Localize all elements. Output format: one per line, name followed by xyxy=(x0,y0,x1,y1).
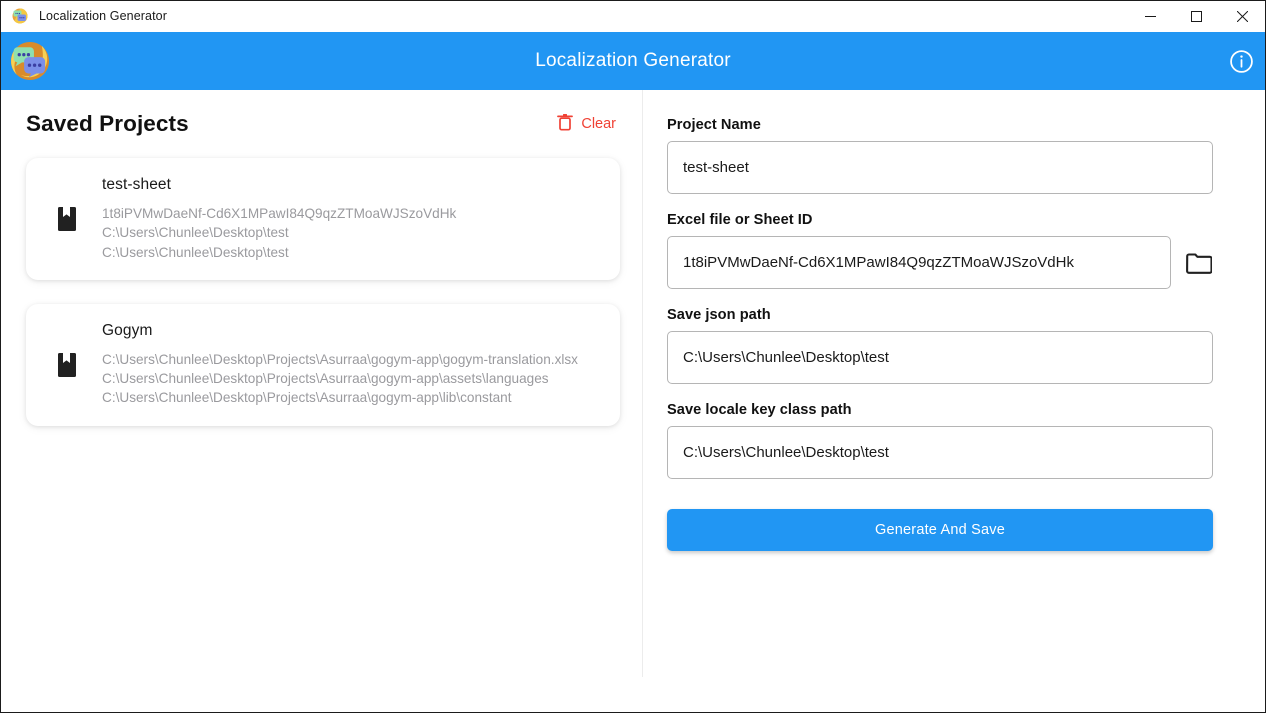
window-controls xyxy=(1127,1,1265,32)
clear-label: Clear xyxy=(581,116,616,132)
excel-file-row xyxy=(667,236,1213,289)
folder-icon[interactable] xyxy=(1185,249,1213,277)
info-circle-icon[interactable] xyxy=(1226,46,1256,76)
project-card[interactable]: Gogym C:\Users\Chunlee\Desktop\Projects\… xyxy=(26,303,620,426)
saved-projects-panel: Saved Projects Clear test-sheet 1t8iPVMw… xyxy=(1,90,642,712)
book-icon xyxy=(54,206,80,231)
project-card-body: Gogym C:\Users\Chunlee\Desktop\Projects\… xyxy=(102,322,598,408)
project-name: Gogym xyxy=(102,321,153,339)
field-save-json-path: Save json path xyxy=(667,307,1213,384)
project-detail-line: C:\Users\Chunlee\Desktop\Projects\Asurra… xyxy=(102,371,549,387)
chat-bubbles-icon xyxy=(12,8,28,24)
maximize-button[interactable] xyxy=(1173,1,1219,32)
project-card-body: test-sheet 1t8iPVMwDaeNf-Cd6X1MPawI84Q9q… xyxy=(102,176,598,262)
field-save-locale-key-path: Save locale key class path xyxy=(667,402,1213,479)
page-title: Localization Generator xyxy=(535,50,731,71)
project-card[interactable]: test-sheet 1t8iPVMwDaeNf-Cd6X1MPawI84Q9q… xyxy=(26,158,620,280)
window-title: Localization Generator xyxy=(39,9,167,23)
trash-icon xyxy=(557,113,574,135)
app-header-bar: Localization Generator xyxy=(1,32,1265,90)
project-name: test-sheet xyxy=(102,176,172,193)
application-window: Localization Generator Localization Gene… xyxy=(0,0,1266,713)
project-list: test-sheet 1t8iPVMwDaeNf-Cd6X1MPawI84Q9q… xyxy=(1,152,642,426)
main-content: Saved Projects Clear test-sheet 1t8iPVMw… xyxy=(1,90,1265,712)
field-project-name: Project Name xyxy=(667,117,1213,194)
project-form-panel: Project Name Excel file or Sheet ID S xyxy=(642,90,1265,712)
panel-divider xyxy=(642,90,643,677)
project-detail-line: C:\Users\Chunlee\Desktop\test xyxy=(102,244,289,260)
excel-file-label: Excel file or Sheet ID xyxy=(667,212,813,228)
generate-and-save-button[interactable]: Generate And Save xyxy=(667,509,1213,551)
window-titlebar: Localization Generator xyxy=(1,1,1265,32)
save-json-path-label: Save json path xyxy=(667,307,771,323)
project-detail-line: C:\Users\Chunlee\Desktop\Projects\Asurra… xyxy=(102,390,512,406)
saved-projects-title: Saved Projects xyxy=(26,111,189,136)
save-json-path-input[interactable] xyxy=(667,331,1213,384)
project-detail-line: C:\Users\Chunlee\Desktop\Projects\Asurra… xyxy=(102,351,578,367)
clear-button[interactable]: Clear xyxy=(553,110,620,138)
book-icon xyxy=(54,352,80,377)
project-detail-line: C:\Users\Chunlee\Desktop\test xyxy=(102,225,289,241)
excel-file-input[interactable] xyxy=(667,236,1171,289)
chat-bubbles-logo-icon xyxy=(9,40,51,82)
saved-projects-header: Saved Projects Clear xyxy=(1,96,642,152)
save-locale-key-path-input[interactable] xyxy=(667,426,1213,479)
close-button[interactable] xyxy=(1219,1,1265,32)
project-name-label: Project Name xyxy=(667,117,761,133)
save-locale-key-path-label: Save locale key class path xyxy=(667,402,852,418)
project-detail-line: 1t8iPVMwDaeNf-Cd6X1MPawI84Q9qzZTMoaWJSzo… xyxy=(102,206,457,221)
project-name-input[interactable] xyxy=(667,141,1213,194)
field-excel-file: Excel file or Sheet ID xyxy=(667,212,1213,289)
minimize-button[interactable] xyxy=(1127,1,1173,32)
